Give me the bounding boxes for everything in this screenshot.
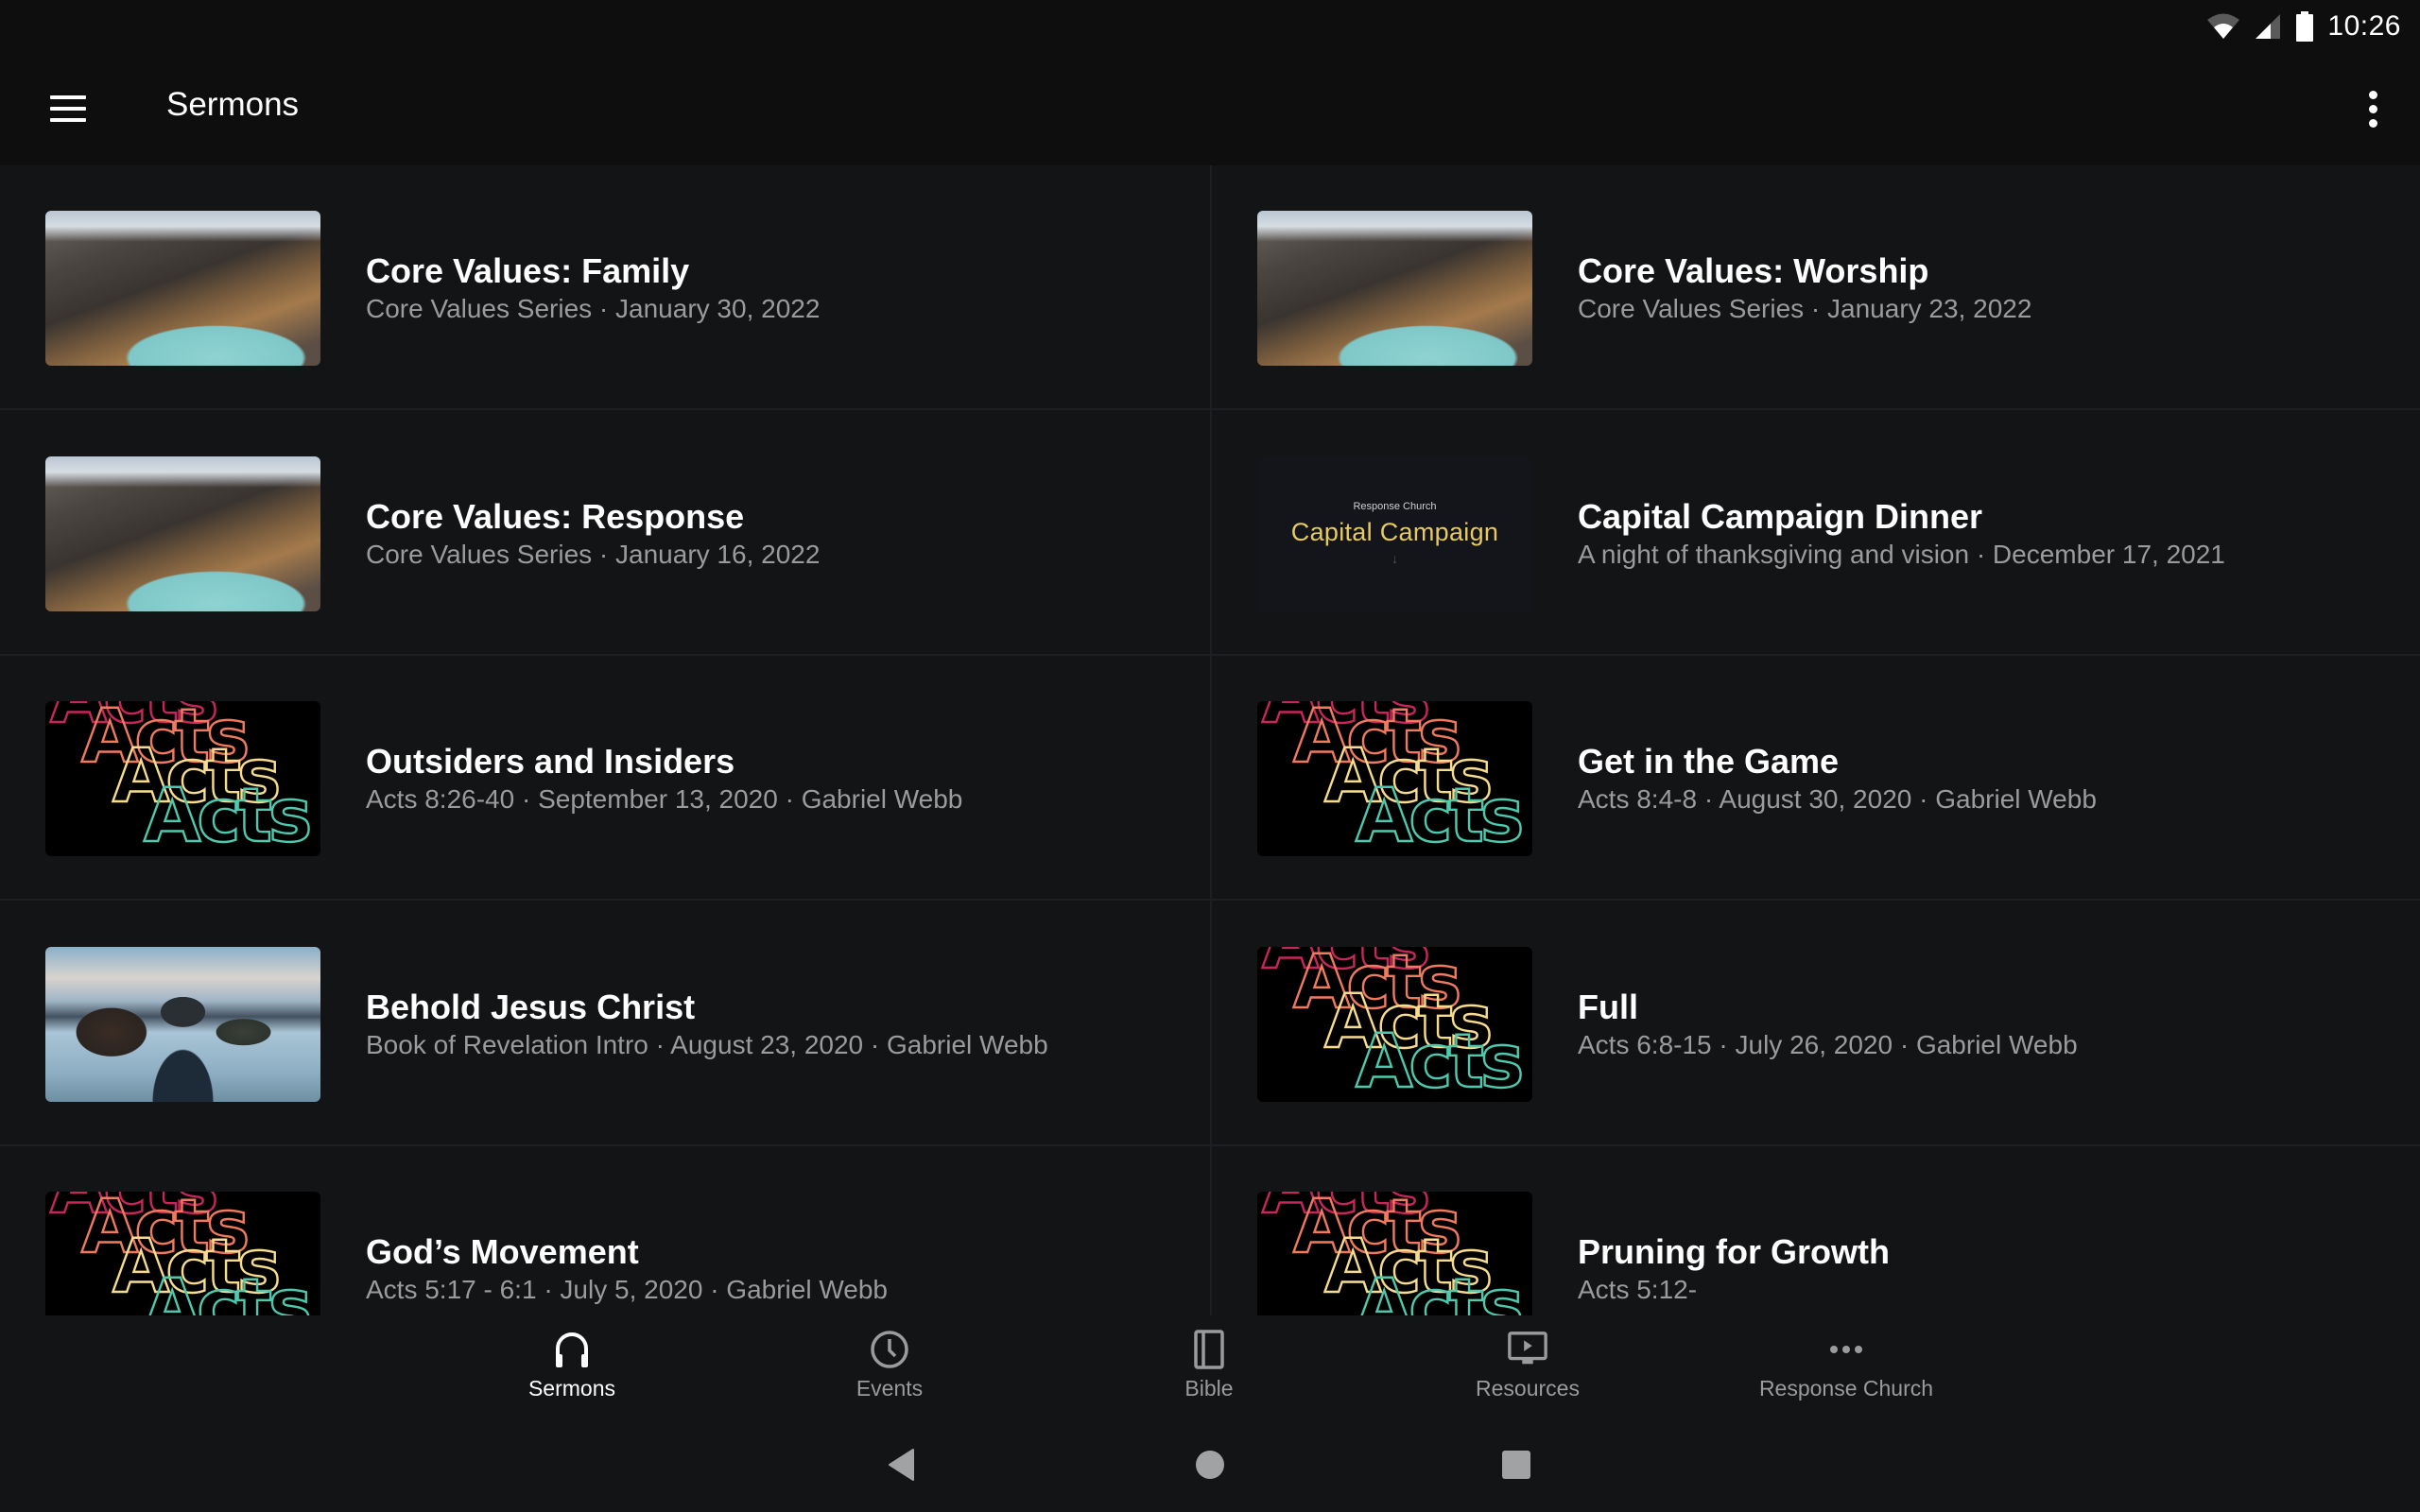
sermon-subtitle: Core Values Series · January 16, 2022 <box>366 539 821 569</box>
bottom-navigation: Sermons Events Bible Resources Response … <box>0 1315 2420 1418</box>
tab-label: Events <box>856 1376 924 1400</box>
app-bar: Sermons <box>0 54 2420 165</box>
sermon-text: Core Values: Response Core Values Series … <box>366 496 1191 574</box>
more-vertical-icon[interactable] <box>2344 80 2401 137</box>
svg-text:Acts: Acts <box>1356 1020 1521 1102</box>
acts-series-art: ActsActsActsActs <box>1261 1192 1526 1315</box>
svg-text:Acts: Acts <box>144 1264 309 1315</box>
sermon-subtitle: Acts 8:26-40 · September 13, 2020 · Gabr… <box>366 784 963 814</box>
sermon-thumbnail: ActsActsActsActs <box>1257 946 1532 1102</box>
sermon-title: Get in the Game <box>1578 742 1840 781</box>
sermon-subtitle: Core Values Series · January 30, 2022 <box>366 294 821 323</box>
svg-text:Acts: Acts <box>1356 774 1521 856</box>
tab-events[interactable]: Events <box>748 1329 1031 1414</box>
sermon-title: Capital Campaign Dinner <box>1578 496 1983 536</box>
sermon-thumbnail: ActsActsActsActs <box>1257 701 1532 856</box>
sermon-subtitle: A night of thanksgiving and vision · Dec… <box>1578 539 2225 569</box>
sermon-list-item[interactable]: Core Values: Response Core Values Series … <box>0 411 1210 656</box>
sermon-text: Get in the Game Acts 8:4-8 · August 30, 2… <box>1578 741 2401 818</box>
sermon-title: Core Values: Worship <box>1578 251 1929 290</box>
tab-sermons[interactable]: Sermons <box>430 1329 714 1414</box>
thumb-headline: Capital Campaign <box>1290 518 1499 546</box>
sermon-text: Capital Campaign Dinner A night of thanks… <box>1578 496 2401 574</box>
sermon-text: Behold Jesus Christ Book of Revelation In… <box>366 987 1191 1064</box>
status-bar: 10:26 <box>0 0 2420 54</box>
book-icon <box>1188 1329 1230 1370</box>
sermon-thumbnail <box>45 946 320 1102</box>
sermon-thumbnail <box>45 455 320 611</box>
sermon-title: Core Values: Response <box>366 496 745 536</box>
tab-label: Sermons <box>527 1376 616 1400</box>
tab-resources[interactable]: Resources <box>1386 1329 1669 1414</box>
tab-label: Bible <box>1184 1376 1234 1400</box>
sermon-thumbnail: ActsActsActsActs <box>1257 1192 1532 1315</box>
sermon-text: Full Acts 6:8-15 · July 26, 2020 · Gabrie… <box>1578 987 2401 1064</box>
battery-icon <box>2296 11 2314 42</box>
sermon-list-item[interactable]: ActsActsActsActsOutsiders and InsidersAc… <box>0 656 1210 901</box>
thumb-caption: Response Church <box>1353 501 1437 512</box>
acts-series-art: ActsActsActsActs <box>1261 947 1526 1102</box>
sermon-subtitle: Book of Revelation Intro · August 23, 20… <box>366 1029 1048 1059</box>
sermon-text: God’s Movement Acts 5:17 - 6:1 · July 5, … <box>366 1231 1191 1309</box>
status-time: 10:26 <box>2327 10 2401 42</box>
sermon-list-item[interactable]: Behold Jesus Christ Book of Revelation In… <box>0 902 1210 1146</box>
tab-bible[interactable]: Bible <box>1067 1329 1351 1414</box>
tab-response-church[interactable]: Response Church <box>1704 1329 1988 1414</box>
sermon-title: Core Values: Family <box>366 251 690 290</box>
sermon-list-item[interactable]: Core Values: Family Core Values Series · … <box>0 165 1210 410</box>
sermon-text: Core Values: Family Core Values Series · … <box>366 250 1191 328</box>
sermon-thumbnail: ActsActsActsActs <box>45 701 320 856</box>
sermon-text: Outsiders and Insiders Acts 8:26-40 · Sep… <box>366 741 1191 818</box>
back-icon[interactable] <box>881 1444 923 1486</box>
tab-label: Resources <box>1476 1376 1580 1400</box>
acts-series-art: ActsActsActsActs <box>1261 701 1526 856</box>
sermon-text: Core Values: Worship Core Values Series ·… <box>1578 250 2401 328</box>
sermon-list-item[interactable]: ActsActsActsActs FullActs 6:8-15 · July 2… <box>1212 902 2420 1146</box>
sermon-list-item[interactable]: ActsActsActsActs Pruning for Growth Acts 5… <box>1212 1146 2420 1315</box>
sermon-list-item[interactable]: ActsActsActsActs Get in the GameActs 8:4-… <box>1212 656 2420 901</box>
home-icon[interactable] <box>1189 1444 1231 1486</box>
sermon-subtitle: Acts 8:4-8 · August 30, 2020 · Gabriel W… <box>1578 784 2097 814</box>
acts-series-art: ActsActsActsActs <box>49 701 314 856</box>
sermon-title: God’s Movement <box>366 1232 639 1271</box>
sermon-subtitle: Core Values Series · January 23, 2022 <box>1578 294 2032 323</box>
sermon-title: Full <box>1578 987 1638 1026</box>
sermon-title: Outsiders and Insiders <box>366 742 735 781</box>
svg-text:Acts: Acts <box>1356 1264 1521 1315</box>
sermon-text: Pruning for Growth Acts 5:12- <box>1578 1231 2401 1309</box>
sermon-list[interactable]: Core Values: Family Core Values Series · … <box>0 165 2420 1315</box>
sermon-list-item[interactable]: Response Church Capital Campaign ↓ Capital … <box>1212 411 2420 656</box>
svg-text:Acts: Acts <box>144 774 309 856</box>
sermon-subtitle: Acts 5:17 - 6:1 · July 5, 2020 · Gabriel… <box>366 1275 888 1304</box>
hamburger-menu-icon[interactable] <box>42 82 95 135</box>
sermon-subtitle: Acts 6:8-15 · July 26, 2020 · Gabriel We… <box>1578 1029 2078 1059</box>
headphones-icon <box>551 1329 593 1370</box>
more-horizontal-icon <box>1825 1329 1867 1370</box>
recents-icon[interactable] <box>1495 1444 1537 1486</box>
sermon-list-item[interactable]: Core Values: Worship Core Values Series ·… <box>1212 165 2420 410</box>
page-title: Sermons <box>166 86 300 123</box>
acts-series-art: ActsActsActsActs <box>49 1192 314 1315</box>
wifi-icon <box>2207 13 2240 39</box>
video-play-icon <box>1507 1329 1548 1370</box>
tab-label: Response Church <box>1758 1376 1934 1400</box>
sermon-thumbnail: Response Church Capital Campaign ↓ <box>1257 455 1532 611</box>
sermon-title: Pruning for Growth <box>1578 1232 1890 1271</box>
clock-icon <box>869 1329 910 1370</box>
sermon-title: Behold Jesus Christ <box>366 987 696 1026</box>
sermon-subtitle: Acts 5:12- <box>1578 1275 1698 1304</box>
sermon-list-item[interactable]: ActsActsActsActs God’s Movement Acts 5:17 … <box>0 1146 1210 1315</box>
system-navigation-bar <box>0 1418 2420 1512</box>
arrow-down-icon: ↓ <box>1392 551 1398 566</box>
sermon-thumbnail: ActsActsActsActs <box>45 1192 320 1315</box>
cellular-signal-icon <box>2256 14 2281 39</box>
sermon-thumbnail <box>45 211 320 366</box>
sermon-thumbnail <box>1257 211 1532 366</box>
